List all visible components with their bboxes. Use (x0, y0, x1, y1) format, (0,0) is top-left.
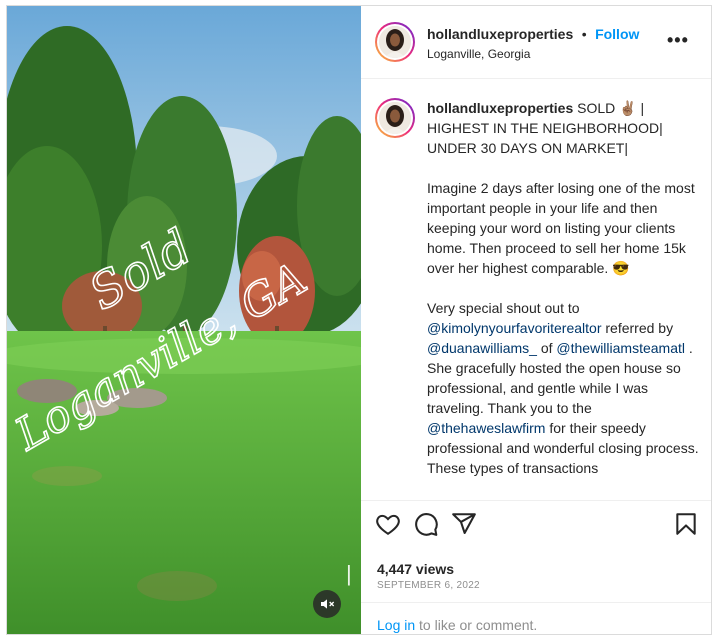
login-bar: Log in to like or comment. (361, 602, 711, 634)
comment-icon[interactable] (413, 511, 439, 537)
post-date[interactable]: SEPTEMBER 6, 2022 (377, 580, 480, 591)
post-header: hollandluxeproperties • Follow Loganvill… (361, 6, 711, 79)
follow-button[interactable]: Follow (595, 26, 639, 42)
media-image: Sold Loganville, GA (7, 6, 361, 634)
mention-link[interactable]: @thehaweslawfirm (427, 420, 545, 436)
caption-paragraph: hollandluxeproperties SOLD ✌🏽 | HIGHEST … (427, 98, 699, 158)
more-options-icon[interactable]: ••• (667, 30, 689, 51)
caption-text-run: referred by (601, 320, 674, 336)
caption-text-run: Very special shout out to (427, 300, 580, 316)
login-prompt-text: to like or comment. (415, 617, 538, 633)
caption-scroll-area[interactable]: hollandluxeproperties SOLD ✌🏽 | HIGHEST … (361, 88, 711, 500)
mention-link[interactable]: @kimolynyourfavoriterealtor (427, 320, 602, 336)
post-side-panel: hollandluxeproperties • Follow Loganvill… (361, 6, 711, 634)
caption-text-run: of (536, 340, 557, 356)
action-bar (361, 500, 711, 545)
instagram-post: Sold Loganville, GA | hollandluxepropert… (6, 5, 712, 635)
views-count[interactable]: 4,447 views (377, 561, 454, 577)
caption-paragraph: Imagine 2 days after losing one of the m… (427, 180, 695, 276)
bookmark-icon[interactable] (673, 511, 699, 537)
separator-dot: • (581, 26, 587, 42)
mention-link[interactable]: @thewilliamsteamatl (556, 340, 685, 356)
location-link[interactable]: Loganville, Georgia (427, 47, 530, 61)
media-edge-mark: | (346, 561, 352, 586)
post-media[interactable]: Sold Loganville, GA | (7, 6, 361, 634)
avatar-image (379, 102, 411, 134)
mute-button[interactable] (313, 590, 341, 618)
share-icon[interactable] (451, 511, 477, 537)
caption-paragraph: Very special shout out to @kimolynyourfa… (427, 298, 699, 478)
avatar[interactable] (375, 22, 415, 62)
caption-avatar[interactable] (375, 98, 415, 138)
caption-username-link[interactable]: hollandluxeproperties (427, 100, 573, 116)
heart-icon[interactable] (375, 511, 401, 537)
caption-text: hollandluxeproperties SOLD ✌🏽 | HIGHEST … (427, 98, 699, 498)
avatar-image (379, 26, 411, 58)
muted-speaker-icon (321, 599, 335, 609)
login-link[interactable]: Log in (377, 617, 415, 633)
mention-link[interactable]: @duanawilliams_ (427, 340, 537, 356)
username-link[interactable]: hollandluxeproperties (427, 26, 573, 42)
